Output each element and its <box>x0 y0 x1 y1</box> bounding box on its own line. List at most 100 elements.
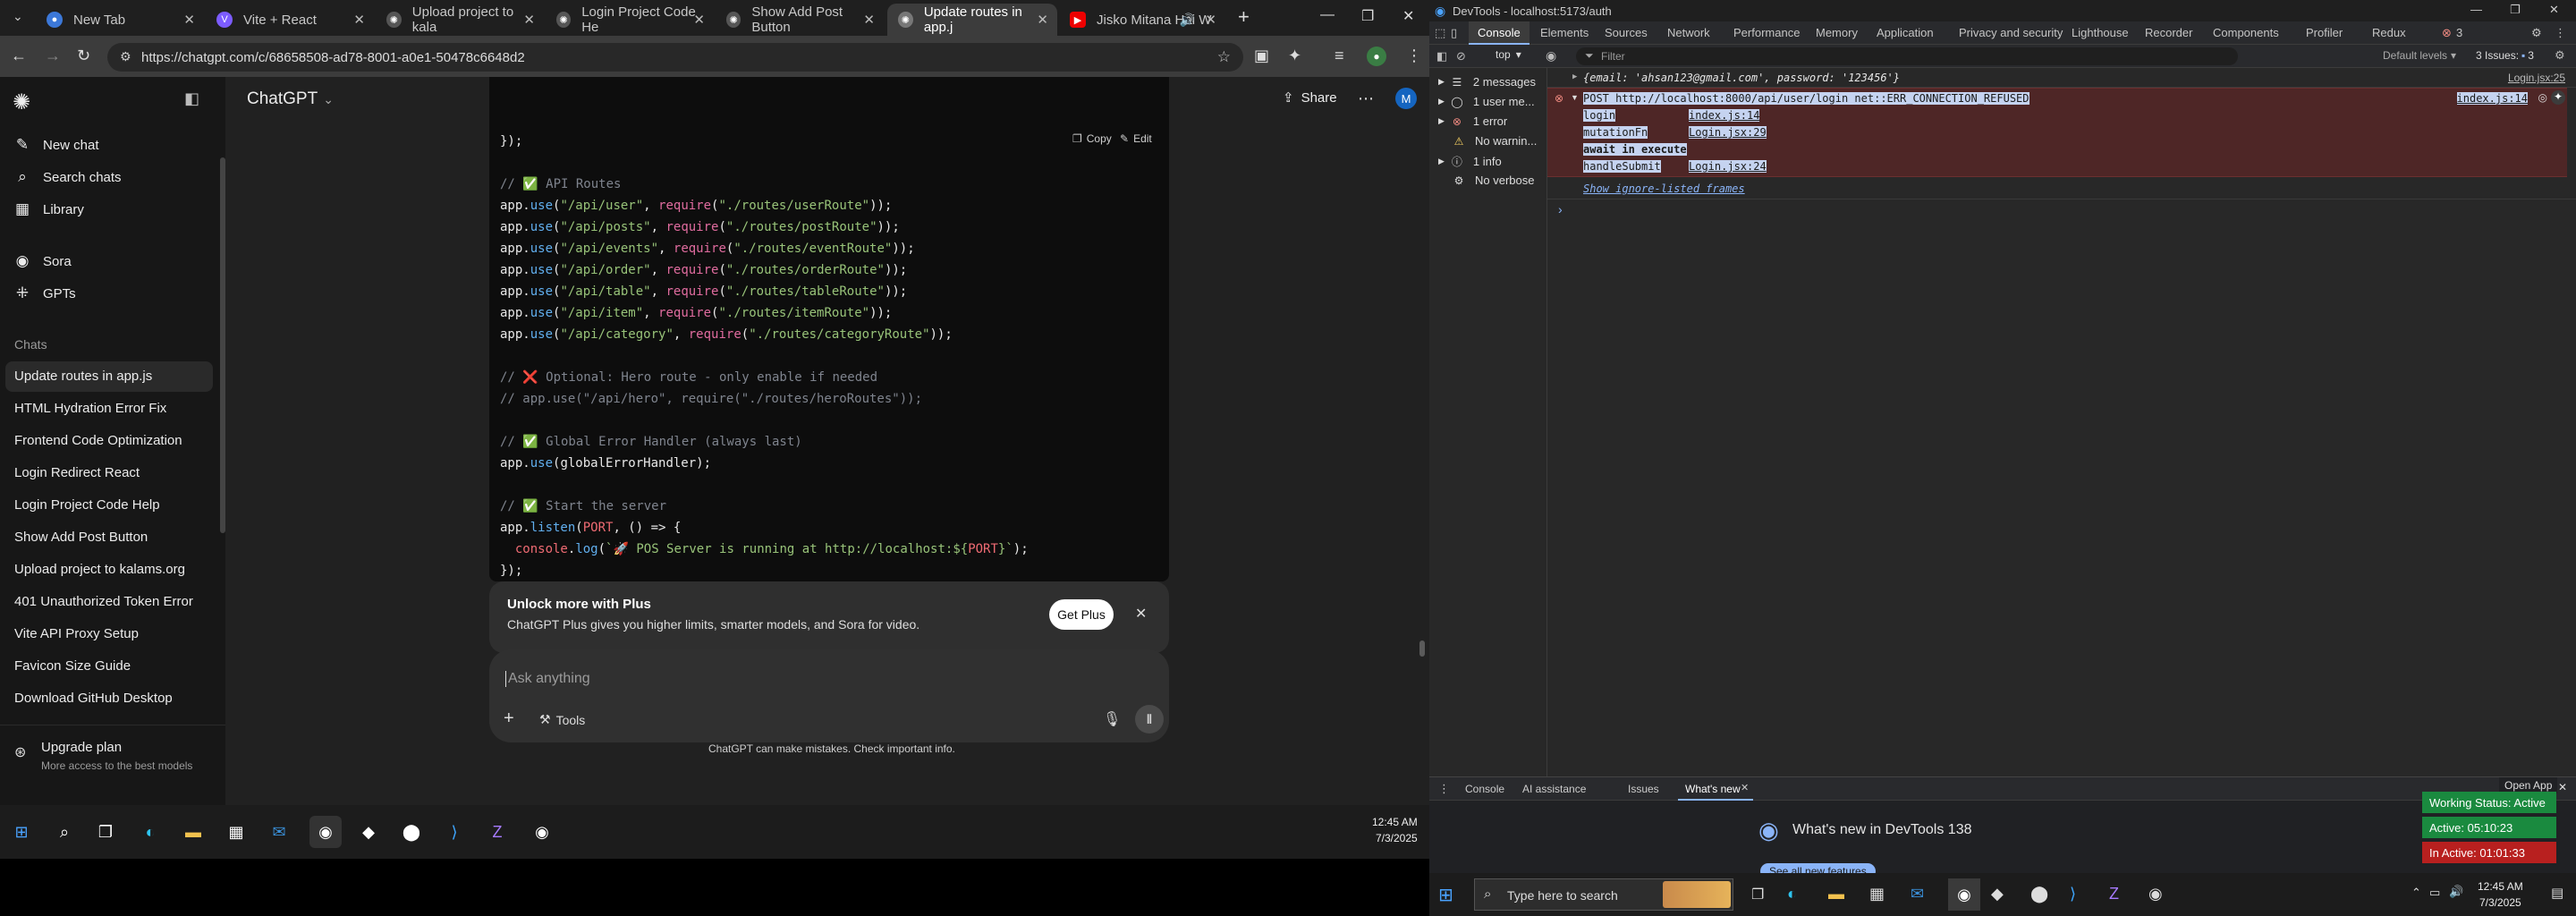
filter-info[interactable]: ▶ ⓘ 1 info <box>1438 154 1502 169</box>
chat-item[interactable]: Show Add Post Button <box>14 530 148 545</box>
eye-icon[interactable]: ◉ <box>1546 48 1556 64</box>
app-icon[interactable]: ⬤ <box>395 816 428 848</box>
search-chats-button[interactable]: ⌕ Search chats <box>13 168 121 186</box>
filter-user-messages[interactable]: ▶ ◯ 1 user me... <box>1438 95 1535 108</box>
extension-icon[interactable]: ▣ <box>1254 47 1269 65</box>
chat-scrollbar[interactable] <box>1419 640 1425 657</box>
drawer-tab-whats-new[interactable]: What's new ✕ <box>1678 777 1753 801</box>
tab-show-add-post[interactable]: ✺ Show Add Post Button ✕ <box>716 4 884 36</box>
filter-input[interactable]: ⏷ Filter <box>1576 47 2238 65</box>
ask-input[interactable]: Ask anything <box>505 671 590 687</box>
chrome-menu-icon[interactable]: ⋮ <box>1406 47 1422 65</box>
network-icon[interactable]: ▭ <box>2429 886 2440 900</box>
devtools-menu-icon[interactable]: ⋮ <box>2555 26 2566 40</box>
error-badge-icon[interactable]: ⊗ <box>2442 26 2452 40</box>
close-tab-icon[interactable]: ✕ <box>1037 12 1048 28</box>
tab-update-routes[interactable]: ✺ Update routes in app.j ✕ <box>887 4 1057 36</box>
issues-counter[interactable]: 3 Issues: ▪ 3 <box>2476 49 2534 62</box>
filter-warnings[interactable]: ⚠ No warnin... <box>1438 134 1538 148</box>
ai-explain-icon[interactable]: ◎ <box>2538 91 2547 104</box>
tray-chevron-icon[interactable]: ⌃ <box>2411 886 2421 900</box>
tab-youtube[interactable]: ▶ Jisko Mitana Hai W 🔊 ✕ <box>1059 4 1225 36</box>
more-options-icon[interactable]: ⋯ <box>1358 89 1374 108</box>
minimize-icon[interactable]: — <box>1320 7 1335 23</box>
tab-network[interactable]: Network <box>1667 26 1710 39</box>
settings-icon[interactable]: ⚙ <box>2531 26 2542 40</box>
filter-verbose[interactable]: ⚙ No verbose <box>1438 174 1535 187</box>
tab-redux[interactable]: Redux <box>2372 26 2406 39</box>
chat-item[interactable]: 401 Unauthorized Token Error <box>14 594 193 609</box>
get-plus-button[interactable]: Get Plus <box>1049 599 1114 630</box>
task-view-icon[interactable]: ❐ <box>89 816 122 848</box>
notification-icon[interactable]: ▤ <box>2551 885 2563 901</box>
context-selector[interactable]: top ▾ <box>1496 48 1521 61</box>
tab-privacy[interactable]: Privacy and security <box>1959 26 2063 39</box>
tab-new-tab[interactable]: ● New Tab ✕ <box>36 4 204 36</box>
close-tab-icon[interactable]: ✕ <box>1205 12 1216 28</box>
chat-item[interactable]: Download GitHub Desktop <box>14 691 173 706</box>
close-window-icon[interactable]: ✕ <box>2549 3 2559 17</box>
chat-item[interactable]: Favicon Size Guide <box>14 658 131 674</box>
tools-button[interactable]: ⚒ Tools <box>539 712 585 727</box>
file-explorer-icon[interactable]: ▬ <box>177 816 209 848</box>
tab-recorder[interactable]: Recorder <box>2145 26 2192 39</box>
upgrade-plan-button[interactable]: ⊛ Upgrade plan More access to the best m… <box>0 725 225 805</box>
console-prompt[interactable]: › <box>1558 202 1563 216</box>
object-log-text[interactable]: {email: 'ahsan123@gmail.com', password: … <box>1583 72 1900 84</box>
media-icon[interactable]: ≡ <box>1335 47 1344 65</box>
zoom-icon[interactable]: Z <box>2109 885 2119 903</box>
vscode-icon[interactable]: ⟩ <box>2070 885 2076 903</box>
chat-item[interactable]: Login Redirect React <box>14 465 140 480</box>
bookmark-star-icon[interactable]: ☆ <box>1217 48 1231 66</box>
store-icon[interactable]: ▦ <box>220 816 252 848</box>
drawer-tab-console[interactable]: Console <box>1465 783 1504 795</box>
address-bar[interactable]: ⚙ https://chatgpt.com/c/68658508-ad78-80… <box>107 43 1243 72</box>
tab-search-icon[interactable]: ⌄ <box>13 9 23 24</box>
log-levels-dropdown[interactable]: Default levels ▾ <box>2383 49 2456 62</box>
vscode-icon[interactable]: ⟩ <box>438 816 470 848</box>
chrome-taskbar-icon[interactable]: ◉ <box>2148 885 2163 903</box>
tab-vite-react[interactable]: V Vite + React ✕ <box>206 4 374 36</box>
volume-icon[interactable]: 🔊 <box>2449 885 2463 899</box>
puzzle-extensions-icon[interactable]: ✦ <box>1288 47 1301 65</box>
model-selector[interactable]: ChatGPT ⌄ <box>247 89 334 109</box>
drawer-tab-ai-assistance[interactable]: AI assistance <box>1522 783 1586 795</box>
app-icon[interactable]: ◆ <box>352 816 385 848</box>
chat-item[interactable]: Upload project to kalams.org <box>14 562 185 577</box>
share-button[interactable]: ⇪ Share <box>1283 89 1337 106</box>
close-window-icon[interactable]: ✕ <box>1402 7 1414 25</box>
tab-lighthouse[interactable]: Lighthouse <box>2072 26 2129 39</box>
chat-item[interactable]: HTML Hydration Error Fix <box>14 401 166 416</box>
file-explorer-icon[interactable]: ▬ <box>1828 885 1844 903</box>
tab-memory[interactable]: Memory <box>1816 26 1858 39</box>
voice-mode-button[interactable]: ⦀ <box>1135 705 1164 734</box>
back-icon[interactable]: ← <box>11 47 27 65</box>
chrome-taskbar-icon[interactable]: ◉ <box>309 816 342 848</box>
chat-item[interactable]: Login Project Code Help <box>14 497 160 513</box>
expand-object-icon[interactable]: ▶ <box>1572 72 1577 81</box>
site-info-icon[interactable]: ⚙ <box>120 49 131 64</box>
close-tab-icon[interactable]: ✕ <box>693 12 705 28</box>
chat-item[interactable]: Frontend Code Optimization <box>14 433 182 448</box>
app-icon[interactable]: ◆ <box>1991 885 2004 903</box>
taskbar-search-box[interactable]: ⌕ Type here to search <box>1474 878 1733 911</box>
reload-icon[interactable]: ↻ <box>77 47 90 65</box>
forward-icon[interactable]: → <box>45 47 61 65</box>
tab-upload-project[interactable]: ✺ Upload project to kala ✕ <box>376 4 544 36</box>
mute-icon[interactable]: 🔊 <box>1180 13 1195 28</box>
tab-console[interactable]: Console <box>1478 26 1521 39</box>
windows-start-icon[interactable]: ⊞ <box>1438 884 1453 906</box>
stack-frame-link[interactable]: Login.jsx:29 <box>1689 126 1767 139</box>
windows-start-icon[interactable]: ⊞ <box>5 816 38 848</box>
sora-button[interactable]: ◉ Sora <box>13 252 72 270</box>
edge-icon[interactable]: ◐ <box>134 816 166 848</box>
inspect-element-icon[interactable]: ⬚ <box>1435 26 1445 40</box>
task-view-icon[interactable]: ❐ <box>1751 886 1764 903</box>
close-upsell-icon[interactable]: ✕ <box>1135 605 1147 623</box>
user-avatar[interactable]: M <box>1395 88 1417 109</box>
collapse-icon[interactable]: ▼ <box>1571 93 1579 102</box>
tab-performance[interactable]: Performance <box>1733 26 1800 39</box>
library-button[interactable]: ▦ Library <box>13 200 84 218</box>
source-link[interactable]: Login.jsx:25 <box>2508 72 2565 84</box>
app-icon[interactable]: ⬤ <box>2030 885 2048 903</box>
